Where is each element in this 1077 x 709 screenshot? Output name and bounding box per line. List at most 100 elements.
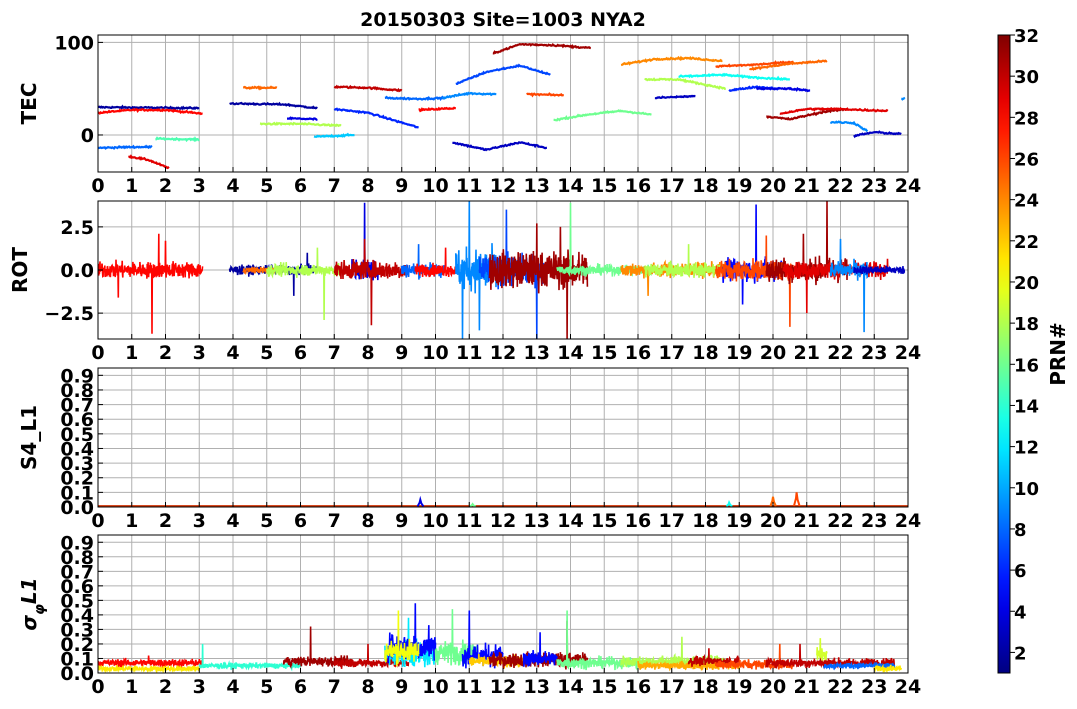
colorbar: 2468101214161820222426283032PRN# xyxy=(997,26,1070,674)
s4-spike-prn-26 xyxy=(792,492,801,507)
x-tick-label: 22 xyxy=(827,342,853,364)
x-tick-label: 3 xyxy=(193,676,206,698)
colorbar-tick-label: 18 xyxy=(1014,314,1039,335)
colorbar-tick-label: 32 xyxy=(1014,26,1039,47)
x-tick-label: 15 xyxy=(591,676,617,698)
sigma-series-prn-26 xyxy=(714,643,794,671)
colorbar-gradient xyxy=(997,34,1011,674)
x-tick-label: 2 xyxy=(159,342,172,364)
sigma-series-prn-14 xyxy=(198,643,302,672)
tec-series-prn-25 xyxy=(243,85,278,91)
x-tick-label: 23 xyxy=(861,175,887,197)
x-tick-label: 16 xyxy=(625,676,651,698)
x-tick-label: 10 xyxy=(422,510,448,532)
x-tick-label: 10 xyxy=(422,676,448,698)
x-tick-label: 8 xyxy=(361,676,374,698)
x-tick-label: 11 xyxy=(456,175,482,197)
tec-series-prn-3 xyxy=(853,130,902,139)
x-tick-label: 1 xyxy=(125,676,138,698)
x-tick-label: 4 xyxy=(226,175,239,197)
x-tick-label: 2 xyxy=(159,510,172,532)
plot-area xyxy=(98,603,903,673)
panels: 0 1 2 3 4 5 6 7 8 9 10 11 12 13 14 15 16 17 18 19 20 21 22 23 24… xyxy=(8,32,921,698)
x-tick-label: 21 xyxy=(794,510,820,532)
x-tick-label: 6 xyxy=(294,175,307,197)
x-tick-label: 20 xyxy=(760,175,786,197)
x-tick-label: 4 xyxy=(226,510,239,532)
x-tick-label: 9 xyxy=(395,342,408,364)
sigma-series-prn-28 xyxy=(98,655,204,670)
rot-series-prn-18 xyxy=(644,244,727,279)
tec-series-prn-29 xyxy=(128,154,170,170)
colorbar-tick-label: 4 xyxy=(1014,602,1027,623)
x-tick-label: 18 xyxy=(692,510,718,532)
tec-series-prn-8 xyxy=(98,144,153,150)
x-tick-label: 19 xyxy=(726,676,752,698)
y-tick-label: −2.5 xyxy=(44,303,94,325)
x-tick-label: 24 xyxy=(895,175,921,197)
x-tick-label: 19 xyxy=(726,175,752,197)
y-tick-label: 0.9 xyxy=(60,532,94,554)
x-tick-label: 17 xyxy=(659,676,685,698)
tec-series-prn-4 xyxy=(287,116,318,121)
colorbar-tick-label: 12 xyxy=(1014,438,1039,459)
tec-series-prn-31 xyxy=(492,42,591,55)
x-tick-label: 9 xyxy=(395,510,408,532)
x-tick-label: 17 xyxy=(659,175,685,197)
x-tick-label: 20 xyxy=(760,342,786,364)
x-tick-label: 13 xyxy=(524,342,550,364)
x-tick-label: 6 xyxy=(294,342,307,364)
x-tick-label: 14 xyxy=(557,342,583,364)
figure: 20150303 Site=1003 NYA2 0 1 2 3 4 5 6 7 8 9 10 11 12… xyxy=(8,9,1070,698)
panel-4: 0 1 2 3 4 5 6 7 8 9 10 11 12 13 14 15 16 17 18 19 20 21 22 23 24… xyxy=(17,532,921,698)
x-tick-label: 11 xyxy=(456,510,482,532)
x-tick-label: 12 xyxy=(490,342,516,364)
rot-series-prn-28 xyxy=(98,233,204,334)
x-tick-label: 21 xyxy=(794,676,820,698)
x-tick-label: 4 xyxy=(226,676,239,698)
colorbar-tick-label: 16 xyxy=(1014,355,1039,376)
y-tick-label: 0.9 xyxy=(60,365,94,387)
rot-series-prn-9 xyxy=(829,238,869,333)
x-tick-label: 13 xyxy=(524,510,550,532)
x-tick-label: 3 xyxy=(193,175,206,197)
x-tick-label: 21 xyxy=(794,175,820,197)
x-tick-label: 7 xyxy=(328,175,341,197)
x-tick-label: 22 xyxy=(827,510,853,532)
colorbar-tick-label: 2 xyxy=(1014,643,1027,664)
x-tick-label: 10 xyxy=(422,342,448,364)
y-tick-label: 100 xyxy=(54,32,94,54)
rot-series-prn-8 xyxy=(401,244,447,280)
x-tick-label: 13 xyxy=(524,175,550,197)
y-axis-label: σφL1 xyxy=(17,577,48,630)
tec-series-prn-16 xyxy=(553,109,652,122)
rot-series-prn-5 xyxy=(721,204,784,305)
x-tick-label: 5 xyxy=(260,175,273,197)
tec-series-prn-6 xyxy=(333,107,419,129)
x-tick-label: 11 xyxy=(456,676,482,698)
x-tick-label: 6 xyxy=(294,510,307,532)
x-tick-label: 23 xyxy=(861,342,887,364)
x-tick-label: 8 xyxy=(361,510,374,532)
colorbar-tick-label: 30 xyxy=(1014,67,1039,88)
panel-3: 0 1 2 3 4 5 6 7 8 9 10 11 12 13 14 15 16 17 18 19 20 21 22 23 24… xyxy=(17,365,921,532)
x-tick-label: 0 xyxy=(91,342,104,364)
x-tick-label: 15 xyxy=(591,175,617,197)
colorbar-tick-label: 10 xyxy=(1014,479,1039,500)
tec-series-prn-3 xyxy=(654,94,696,100)
panel-1: 0 1 2 3 4 5 6 7 8 9 10 11 12 13 14 15 16 17 18 19 20 21 22 23 24… xyxy=(17,32,921,197)
x-tick-label: 19 xyxy=(726,510,752,532)
x-tick-label: 2 xyxy=(159,676,172,698)
x-tick-label: 16 xyxy=(625,342,651,364)
x-tick-label: 4 xyxy=(226,342,239,364)
x-tick-label: 24 xyxy=(895,676,921,698)
x-tick-label: 23 xyxy=(861,676,887,698)
x-tick-label: 16 xyxy=(625,175,651,197)
x-tick-label: 18 xyxy=(692,342,718,364)
x-tick-label: 14 xyxy=(557,510,583,532)
colorbar-label: PRN# xyxy=(1046,322,1070,386)
sigma-series-prn-21 xyxy=(98,664,201,673)
x-tick-label: 20 xyxy=(760,510,786,532)
x-tick-label: 3 xyxy=(193,510,206,532)
x-tick-label: 12 xyxy=(490,676,516,698)
